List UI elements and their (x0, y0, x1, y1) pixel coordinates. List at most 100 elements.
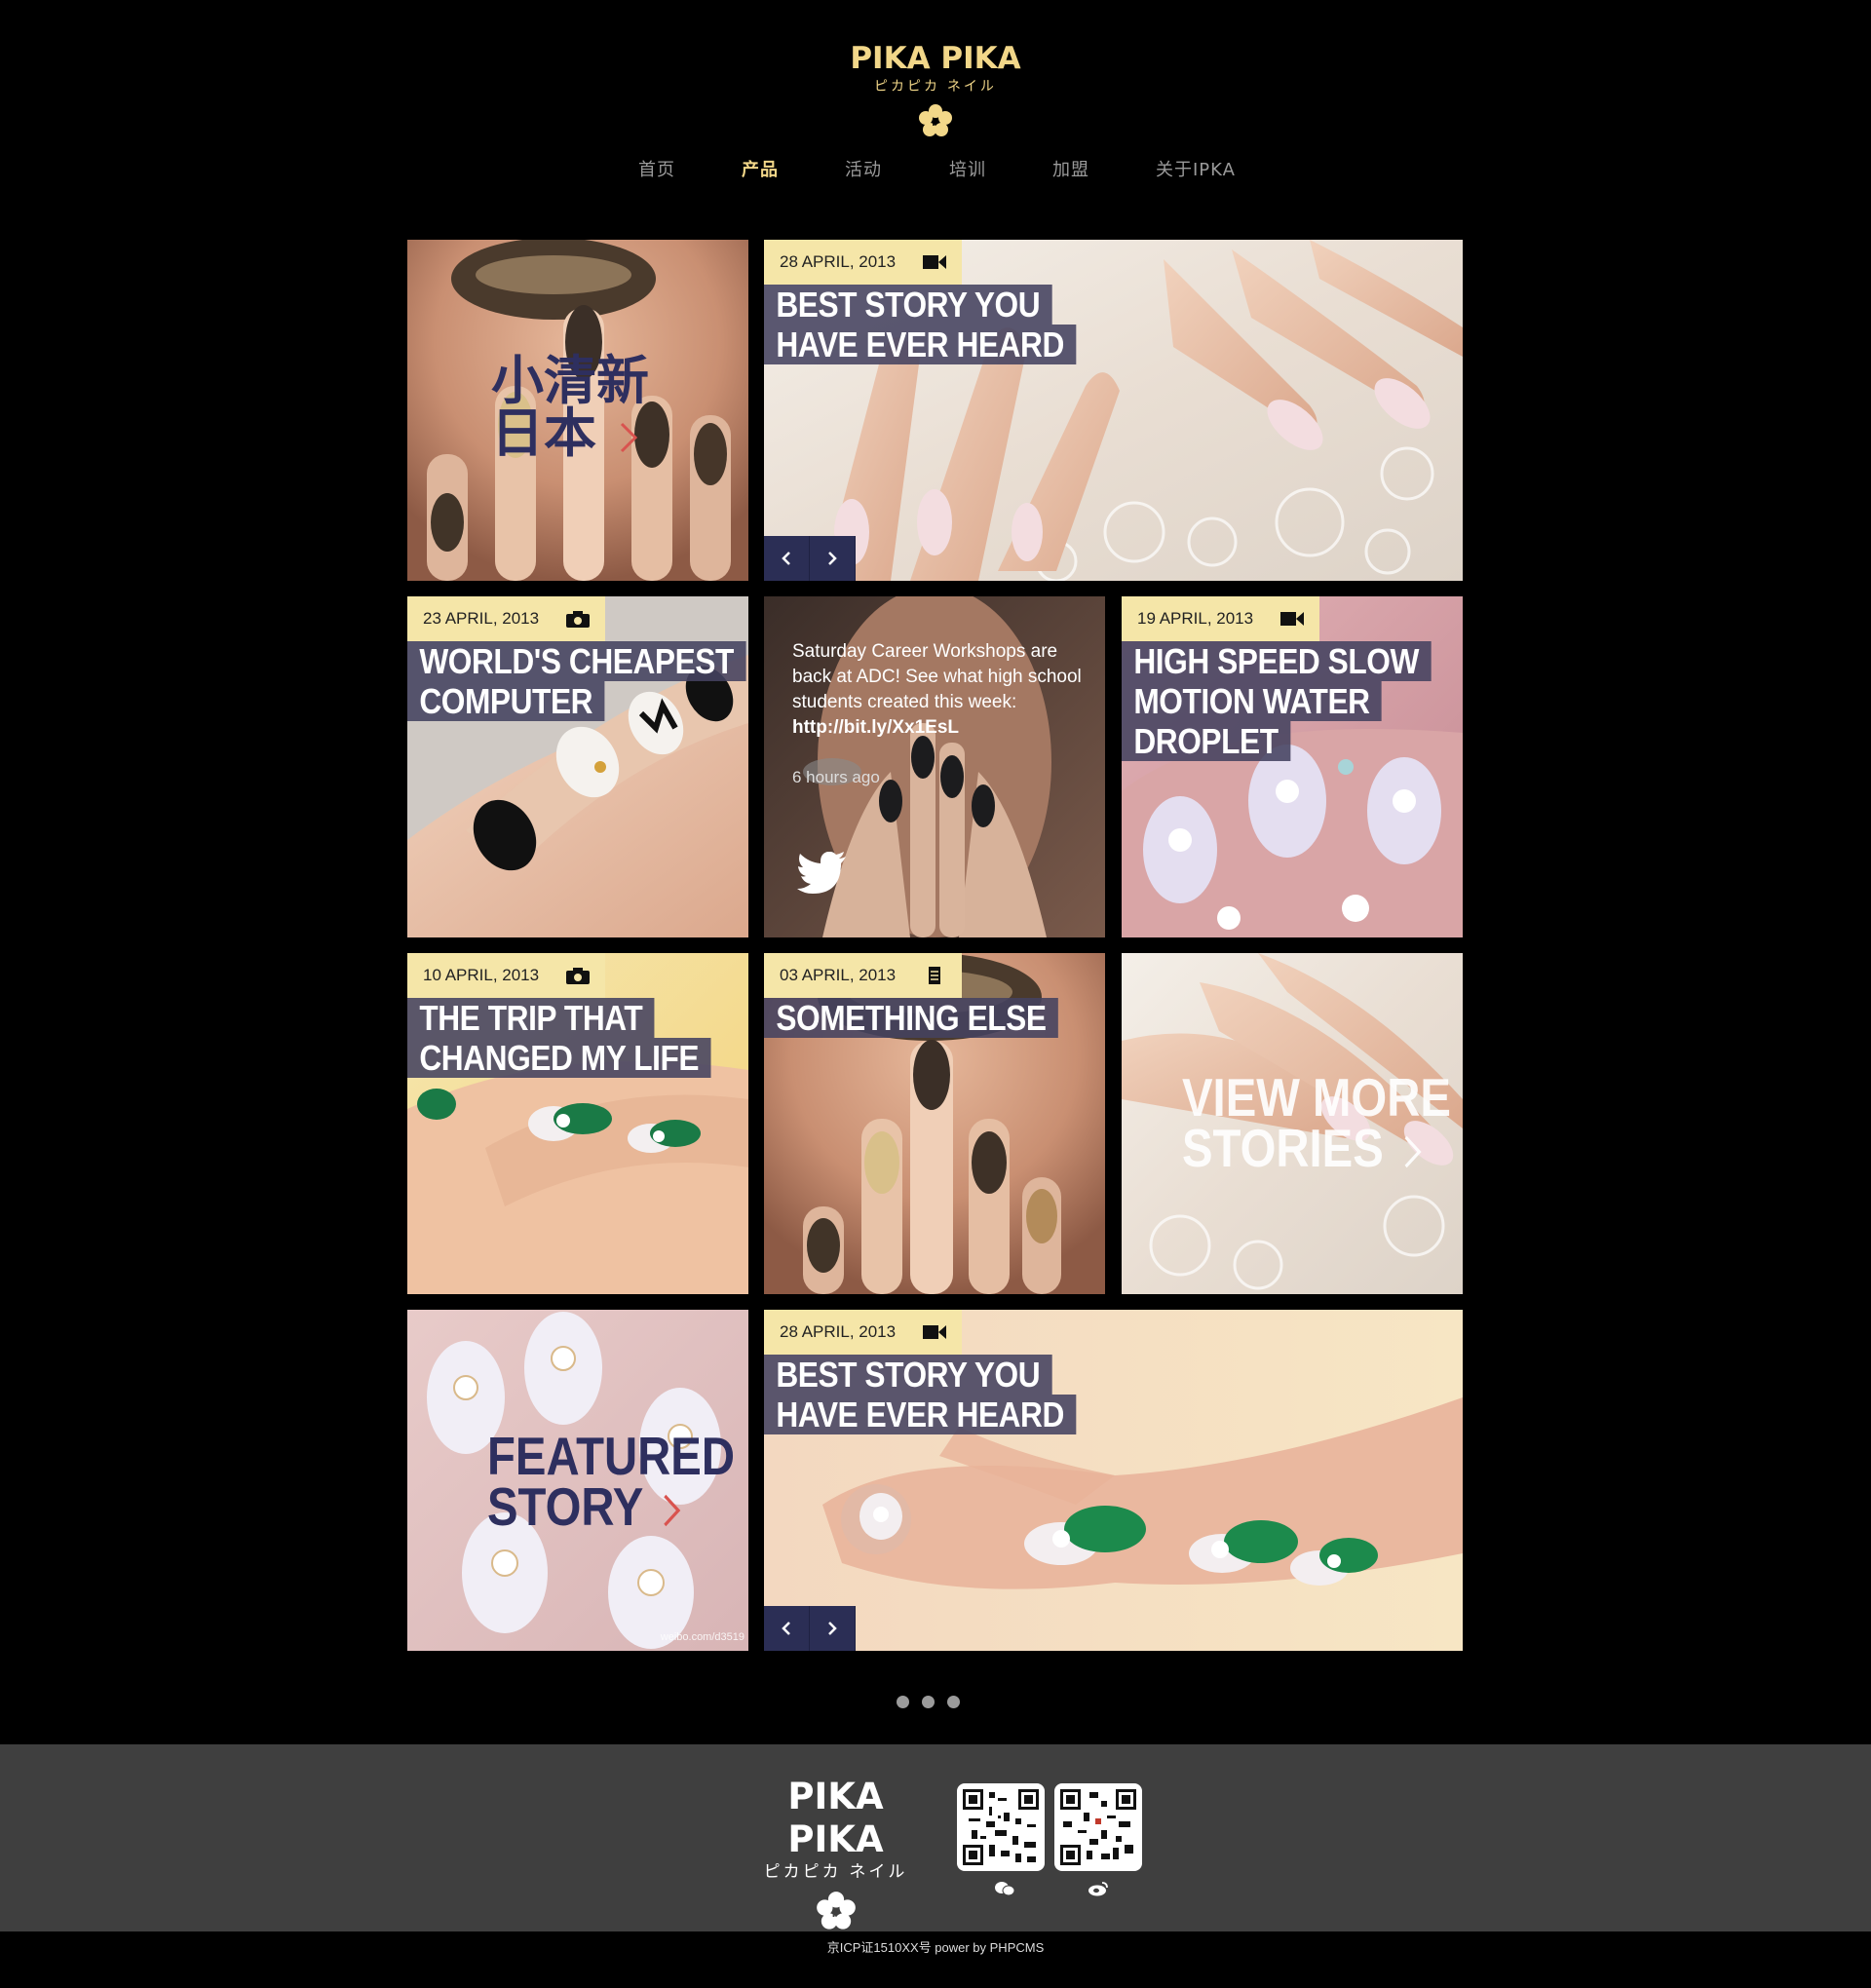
weibo-qr-code (1054, 1783, 1142, 1871)
story-top-title: BEST STORY YOU HAVE EVER HEARD (764, 285, 1119, 364)
story-bottom-title-line: HAVE EVER HEARD (764, 1395, 1077, 1434)
featured-line1: FEATURED (487, 1426, 736, 1486)
featured-tile[interactable]: FEATURED STORY weibo.com/d3519 (407, 1310, 748, 1651)
wechat-icon[interactable] (994, 1881, 1015, 1896)
prev-arrow-button[interactable] (764, 1606, 810, 1651)
story-bottom-title: BEST STORY YOU HAVE EVER HEARD (764, 1355, 1119, 1434)
tweet-tile[interactable]: Saturday Career Workshops are back at AD… (764, 596, 1105, 937)
sakura-emblem-icon: P (919, 104, 952, 136)
nav-item-training[interactable]: 培训 (949, 156, 986, 185)
camera-icon (566, 968, 591, 984)
story-top-title-line: HAVE EVER HEARD (764, 325, 1077, 364)
weibo-watermark: weibo.com/d3519 (660, 1631, 745, 1643)
story-tile-computer[interactable]: 23 APRIL, 2013 WORLD'S CHEAPEST COMPUTER (407, 596, 748, 937)
story-bottom-date: 28 APRIL, 2013 (780, 1322, 897, 1341)
story-else-title-line: SOMETHING ELSE (764, 998, 1058, 1038)
pagination-dot[interactable] (947, 1696, 960, 1708)
video-icon (1280, 612, 1305, 626)
pagination-dot[interactable] (922, 1696, 935, 1708)
view-more-line2: STORIES (1182, 1118, 1384, 1178)
page-pagination (897, 1696, 960, 1708)
story-computer-title-line: COMPUTER (407, 681, 605, 721)
story-else-date: 03 APRIL, 2013 (780, 966, 897, 984)
prev-arrow-button[interactable] (764, 536, 810, 581)
story-computer-title: WORLD'S CHEAPEST COMPUTER (407, 641, 748, 721)
chevron-left-icon (782, 1622, 790, 1635)
story-top-slider-arrows (764, 536, 856, 581)
story-droplet-title: HIGH SPEED SLOW MOTION WATER DROPLET (1122, 641, 1463, 761)
footer-logo-title: PIKA PIKA (787, 1776, 884, 1860)
footer-logo[interactable]: PIKA PIKA ピカピカ ネイル P (741, 1776, 931, 1931)
chevron-right-icon (620, 422, 638, 452)
featured-label: FEATURED STORY (487, 1426, 736, 1534)
video-icon (923, 255, 947, 269)
tweet-text: Saturday Career Workshops are back at AD… (792, 639, 1085, 741)
logo-subtitle: ピカピカ ネイル (874, 78, 997, 94)
story-droplet-title-line: MOTION WATER (1122, 681, 1382, 721)
story-bottom-title-line: BEST STORY YOU (764, 1355, 1052, 1395)
next-arrow-button[interactable] (810, 1606, 856, 1651)
document-icon (929, 967, 941, 984)
nav-item-franchise[interactable]: 加盟 (1052, 156, 1089, 185)
story-top-date: 28 APRIL, 2013 (780, 252, 897, 271)
featured-line2: STORY (487, 1476, 643, 1537)
view-more-line1: VIEW MORE (1182, 1067, 1451, 1128)
view-more-label: VIEW MORE STORIES (1182, 1067, 1451, 1175)
wechat-qr-code (957, 1783, 1045, 1871)
tweet-link[interactable]: http://bit.ly/Xx1EsL (792, 717, 959, 738)
story-top-title-line: BEST STORY YOU (764, 285, 1052, 325)
view-more-tile[interactable]: VIEW MORE STORIES (1122, 953, 1463, 1294)
next-arrow-button[interactable] (810, 536, 856, 581)
feature-cn-line2: 日本 (491, 404, 596, 463)
story-tile-top[interactable]: 28 APRIL, 2013 BEST STORY YOU HAVE EVER … (764, 240, 1463, 581)
weibo-icon[interactable] (1088, 1881, 1109, 1896)
nav-item-events[interactable]: 活动 (845, 156, 882, 185)
site-footer: PIKA PIKA ピカピカ ネイル P (0, 1744, 1871, 1931)
nav-item-about[interactable]: 关于IPKA (1156, 156, 1236, 185)
site-header: PIKA PIKA ピカピカ ネイル P 首页 产品 活动 培训 加盟 关于IP… (0, 0, 1871, 195)
chevron-right-icon (828, 552, 837, 565)
story-bottom-slider-arrows (764, 1606, 856, 1651)
main-nav: 首页 产品 活动 培训 加盟 关于IPKA (0, 156, 1871, 185)
story-tile-trip[interactable]: 10 APRIL, 2013 THE TRIP THAT CHANGED MY … (407, 953, 748, 1294)
tweet-time: 6 hours ago (792, 768, 880, 786)
story-computer-date: 23 APRIL, 2013 (423, 609, 540, 628)
qr-code-image (1060, 1789, 1136, 1865)
logo-title: PIKA PIKA (850, 41, 1021, 76)
footer-bottom-bar: 京ICP证1510XX号 power by PHPCMS (0, 1931, 1871, 1988)
svg-text:P: P (932, 117, 938, 129)
pagination-dot[interactable] (897, 1696, 909, 1708)
story-droplet-title-line: DROPLET (1122, 721, 1290, 761)
story-trip-date-tag: 10 APRIL, 2013 (407, 953, 606, 998)
chevron-left-icon (782, 552, 790, 565)
qr-code-image (963, 1789, 1039, 1865)
footer-logo-subtitle: ピカピカ ネイル (763, 1862, 908, 1881)
story-bottom-date-tag: 28 APRIL, 2013 (764, 1310, 963, 1355)
twitter-icon[interactable] (797, 852, 848, 895)
story-tile-else[interactable]: 03 APRIL, 2013 SOMETHING ELSE (764, 953, 1105, 1294)
chevron-right-icon (1404, 1136, 1422, 1168)
story-top-date-tag: 28 APRIL, 2013 (764, 240, 963, 285)
story-droplet-date-tag: 19 APRIL, 2013 (1122, 596, 1320, 641)
tweet-body: Saturday Career Workshops are back at AD… (792, 641, 1082, 712)
copyright-text: 京ICP证1510XX号 power by PHPCMS (826, 1940, 1045, 1955)
story-trip-title: THE TRIP THAT CHANGED MY LIFE (407, 998, 748, 1078)
chevron-right-icon (828, 1622, 837, 1635)
video-icon (923, 1325, 947, 1339)
chevron-right-icon (664, 1495, 681, 1527)
nav-item-products[interactable]: 产品 (742, 156, 779, 185)
feature-cn-line1: 小清新 (491, 352, 649, 410)
nav-item-home[interactable]: 首页 (638, 156, 675, 185)
story-trip-title-line: CHANGED MY LIFE (407, 1038, 711, 1078)
site-logo[interactable]: PIKA PIKA ピカピカ ネイル P (838, 39, 1033, 138)
story-tile-droplet[interactable]: 19 APRIL, 2013 HIGH SPEED SLOW MOTION WA… (1122, 596, 1463, 937)
story-droplet-date: 19 APRIL, 2013 (1137, 609, 1254, 628)
sakura-emblem-icon: P (816, 1892, 856, 1930)
story-else-title: SOMETHING ELSE (764, 998, 1098, 1038)
story-tile-bottom[interactable]: 28 APRIL, 2013 BEST STORY YOU HAVE EVER … (764, 1310, 1463, 1651)
story-trip-title-line: THE TRIP THAT (407, 998, 655, 1038)
story-computer-date-tag: 23 APRIL, 2013 (407, 596, 606, 641)
svg-text:P: P (831, 1905, 840, 1920)
feature-tile-cn[interactable]: 小清新 日本 (407, 240, 748, 581)
camera-icon (566, 611, 591, 628)
